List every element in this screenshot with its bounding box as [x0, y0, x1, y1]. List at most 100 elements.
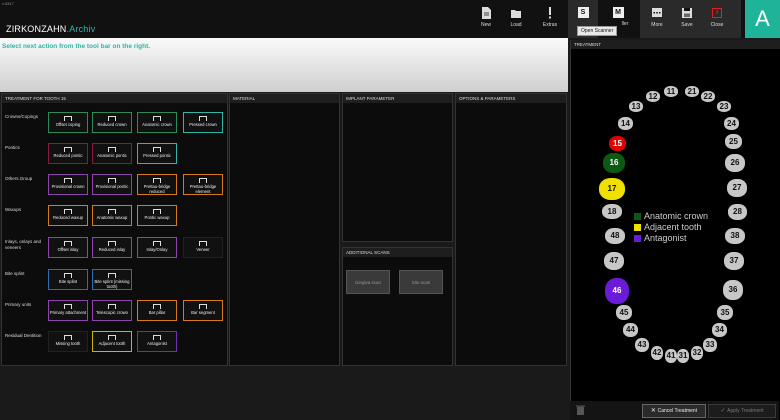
tooth-shape-icon: [64, 178, 72, 183]
treatment-tile-label: Telescopic crown: [96, 310, 128, 315]
treatment-tile[interactable]: Missing tooth: [48, 331, 88, 352]
options-header: OPTIONS & PARAMETERS: [456, 94, 566, 103]
legend-label: Anatomic crown: [644, 211, 709, 221]
instruction-bar: Select next action from the tool bar on …: [0, 38, 568, 92]
treatment-tile[interactable]: Primary attachment: [48, 300, 88, 321]
gingiva-scan-button[interactable]: Gingiva scan: [346, 270, 390, 294]
treatment-panel: TREATMENT 11 12 13 14 15 16 17 18 21 22 23 24 25 26 27…: [570, 40, 780, 420]
tooth-13[interactable]: 13: [629, 101, 643, 112]
treatment-header: TREATMENT: [571, 40, 780, 49]
tooth-37[interactable]: 37: [724, 252, 744, 270]
tooth-21[interactable]: 21: [685, 86, 699, 97]
tooth-27[interactable]: 27: [727, 179, 747, 197]
tooth-18[interactable]: 18: [602, 204, 622, 219]
treatment-options-header: TREATMENT FOR TOOTH 15: [2, 94, 227, 103]
tooth-26[interactable]: 26: [725, 154, 745, 172]
tooth-17[interactable]: 17: [599, 178, 625, 200]
treatment-tile[interactable]: Prettau-bridge element: [183, 174, 223, 195]
tooth-45[interactable]: 45: [616, 305, 632, 320]
tooth-48[interactable]: 48: [605, 228, 625, 244]
tooth-44[interactable]: 44: [623, 323, 638, 337]
treatment-tile[interactable]: Offset coping: [48, 112, 88, 133]
new-label: New: [480, 22, 491, 28]
tooth-32[interactable]: 32: [691, 346, 703, 360]
new-button[interactable]: New: [472, 4, 500, 34]
implant-header: IMPLANT PARAMETER: [343, 94, 452, 103]
treatment-tile[interactable]: Pressed pontic: [137, 143, 177, 164]
treatment-tile-label: Bite splint: [58, 279, 78, 284]
tooth-24[interactable]: 24: [724, 117, 739, 130]
treatment-tile[interactable]: Provisional pontic: [92, 174, 132, 195]
treatment-tile[interactable]: Reduced waxup: [48, 205, 88, 226]
treatment-tile[interactable]: Provisional crown: [48, 174, 88, 195]
more-button[interactable]: More: [643, 4, 671, 34]
tooth-33[interactable]: 33: [703, 338, 717, 352]
legend-label: Adjacent tooth: [644, 222, 702, 232]
row-label: Others.Group: [5, 176, 33, 181]
treatment-tile[interactable]: Prettau-bridge reduced: [137, 174, 177, 195]
treatment-tile[interactable]: Inlay/Onlay: [137, 237, 177, 258]
treatment-tile[interactable]: Bar pillar: [137, 300, 177, 321]
tooth-28[interactable]: 28: [728, 204, 747, 220]
treatment-tile[interactable]: Anatomic waxup: [92, 205, 132, 226]
tooth-23[interactable]: 23: [717, 101, 731, 112]
scanner-tooltip: Open Scanner: [577, 26, 618, 36]
treatment-tile[interactable]: Anatomic pontic: [92, 143, 132, 164]
tooth-16[interactable]: 16: [603, 153, 625, 173]
treatment-tile[interactable]: Bar segment: [183, 300, 223, 321]
new-file-icon: [482, 7, 491, 19]
tooth-12[interactable]: 12: [646, 91, 660, 102]
situ-scan-button[interactable]: Situ scan: [399, 270, 443, 294]
options-panel: OPTIONS & PARAMETERS: [455, 93, 567, 366]
treatment-tile[interactable]: Anatomic crown: [137, 112, 177, 133]
trash-icon[interactable]: [576, 405, 585, 415]
treatment-tile-label: Inlay/Onlay: [146, 247, 168, 252]
tooth-22[interactable]: 22: [701, 91, 715, 102]
treatment-tile[interactable]: Pressed crown: [183, 112, 223, 133]
tooth-47[interactable]: 47: [604, 252, 624, 270]
legend-swatch: [634, 224, 641, 231]
treatment-tile[interactable]: Bite splint: [48, 269, 88, 290]
tooth-42[interactable]: 42: [651, 346, 663, 360]
treatment-tile[interactable]: Reduced crown: [92, 112, 132, 133]
tooth-shape-icon: [108, 178, 116, 183]
treatment-tile[interactable]: Offset inlay: [48, 237, 88, 258]
treatment-tile[interactable]: Adjacent tooth: [92, 331, 132, 352]
tooth-46[interactable]: 46: [605, 278, 629, 304]
tooth-34[interactable]: 34: [712, 323, 727, 337]
tooth-14[interactable]: 14: [618, 117, 633, 130]
cancel-treatment-button[interactable]: ✕ Cancel Treatment: [642, 404, 706, 418]
tooth-25[interactable]: 25: [725, 134, 742, 149]
tooth-38[interactable]: 38: [725, 228, 745, 244]
load-button[interactable]: Load: [502, 4, 530, 34]
folder-icon: [511, 10, 521, 18]
tooth-31[interactable]: 31: [677, 349, 689, 363]
app-title: ZIRKONZAHN.Archiv: [6, 24, 95, 34]
tooth-shape-icon: [108, 241, 116, 246]
save-button[interactable]: Save: [673, 4, 701, 34]
close-button[interactable]: Close: [703, 4, 731, 34]
treatment-tile[interactable]: Bite splint (missing tooth): [92, 269, 132, 290]
legend-swatch: [634, 235, 641, 242]
tooth-11[interactable]: 11: [664, 86, 678, 97]
treatment-tile-label: Veneer: [196, 247, 210, 252]
treatment-tile[interactable]: Pontic waxup: [137, 205, 177, 226]
treatment-tile[interactable]: Reduced pontic: [48, 143, 88, 164]
m-icon: M: [612, 7, 624, 18]
treatment-tile-label: Adjacent tooth: [98, 341, 126, 346]
treatment-tile[interactable]: Veneer: [183, 237, 223, 258]
tooth-36[interactable]: 36: [723, 280, 743, 300]
treatment-tile-label: Provisional pontic: [95, 184, 129, 189]
apply-treatment-button[interactable]: ✓ Apply Treatment: [708, 404, 776, 418]
legend-item: Antagonist: [634, 233, 687, 243]
treatment-tile[interactable]: Reduced inlay: [92, 237, 132, 258]
treatment-tile[interactable]: Telescopic crown: [92, 300, 132, 321]
tooth-43[interactable]: 43: [635, 338, 649, 352]
tooth-shape-icon: [108, 147, 116, 152]
tooth-shape-icon: [108, 116, 116, 121]
tooth-41[interactable]: 41: [665, 349, 677, 363]
tooth-15[interactable]: 15: [609, 136, 626, 151]
tooth-35[interactable]: 35: [717, 305, 733, 320]
treatment-tile[interactable]: Antagonist: [137, 331, 177, 352]
extras-button[interactable]: Extras: [536, 4, 564, 34]
